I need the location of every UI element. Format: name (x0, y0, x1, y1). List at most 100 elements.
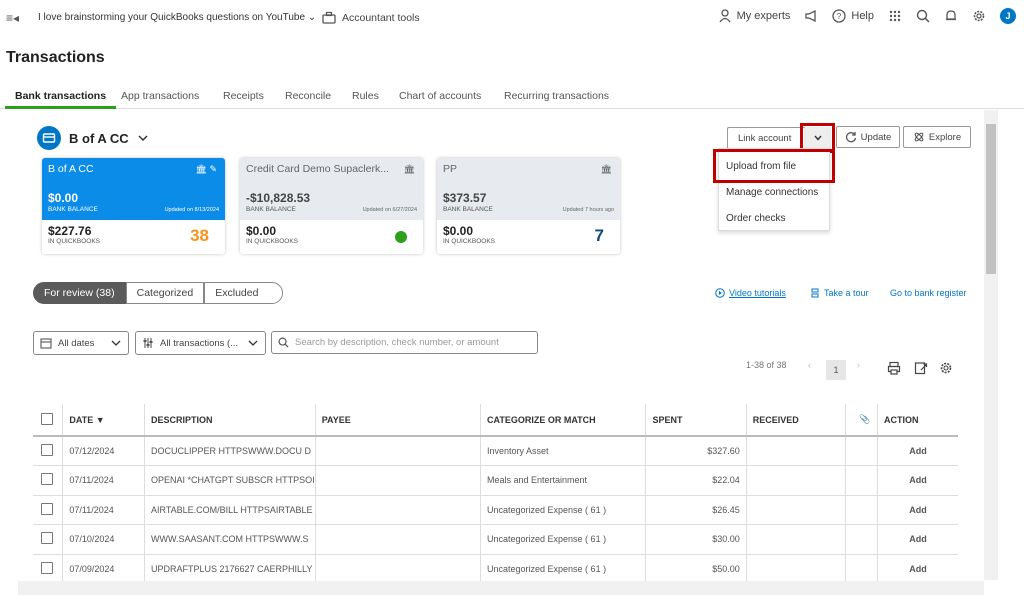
row-category[interactable]: Meals and Entertainment (479, 465, 646, 496)
row-received (745, 524, 846, 555)
row-payee[interactable] (314, 495, 481, 525)
add-button[interactable]: Add (876, 554, 958, 584)
print-icon[interactable] (887, 361, 901, 375)
row-spent: $50.00 (645, 554, 747, 584)
row-attachment (845, 465, 878, 496)
bank-register-link[interactable]: Go to bank register (890, 288, 967, 298)
row-payee[interactable] (314, 554, 481, 584)
take-a-tour-link[interactable]: Take a tour (810, 288, 869, 298)
vertical-scroll-thumb[interactable] (986, 124, 996, 274)
prev-page-icon[interactable]: ‹ (808, 360, 811, 370)
tour-icon (811, 288, 819, 298)
row-category[interactable]: Inventory Asset (479, 436, 646, 466)
row-checkbox[interactable] (41, 561, 53, 574)
account-card-pp[interactable]: PP 🏛 $373.57 BANK BALANCE Updated 7 hour… (437, 158, 620, 254)
page-number[interactable]: 1 (826, 360, 846, 380)
accountant-tools-label: Accountant tools (342, 12, 420, 24)
qb-balance-label: IN QUICKBOOKS (246, 238, 299, 245)
col-spent: SPENT (645, 404, 747, 437)
row-received (745, 436, 846, 466)
row-checkbox[interactable] (41, 473, 53, 486)
transaction-filter-label: All transactions (... (160, 337, 239, 349)
tab-for-review[interactable]: For review (38) (33, 282, 126, 304)
pagination-range: 1-38 of 38 (746, 360, 787, 370)
table-row[interactable]: 07/10/2024 WWW.SAASANT.COM HTTPSWWW.S Un… (33, 524, 958, 555)
row-payee[interactable] (314, 524, 481, 555)
my-experts-button[interactable]: My experts (718, 9, 791, 23)
account-card-credit-demo[interactable]: Credit Card Demo Supaclerk... 🏛 -$10,828… (240, 158, 423, 254)
tab-categorized[interactable]: Categorized (125, 282, 205, 304)
menu-icon[interactable]: ≡◂ (6, 11, 19, 25)
tab-rules[interactable]: Rules (352, 90, 379, 102)
card-name: PP (443, 163, 458, 175)
bell-icon[interactable] (944, 9, 958, 23)
col-action: ACTION (876, 404, 958, 437)
tab-recurring-transactions[interactable]: Recurring transactions (504, 90, 609, 102)
company-selector[interactable]: I love brainstorming your QuickBooks que… (38, 12, 316, 23)
updated-text: Updated 7 hours ago (562, 207, 614, 213)
add-button[interactable]: Add (876, 436, 958, 466)
table-row[interactable]: 07/12/2024 DOCUCLIPPER HTTPSWWW.DOCU D I… (33, 436, 958, 466)
table-row[interactable]: 07/11/2024 AIRTABLE.COM/BILL HTTPSAIRTAB… (33, 495, 958, 525)
help-button[interactable]: ? Help (832, 9, 874, 23)
check-icon (395, 231, 407, 243)
row-received (745, 465, 846, 496)
atom-icon (914, 132, 924, 142)
add-button[interactable]: Add (876, 524, 958, 555)
row-date: 07/11/2024 (62, 465, 145, 496)
gear-icon[interactable] (939, 361, 953, 375)
bank-balance-label: BANK BALANCE (48, 206, 98, 213)
table-row[interactable]: 07/11/2024 OPENAI *CHATGPT SUBSCR HTTPSO… (33, 465, 958, 496)
search-icon[interactable] (916, 9, 930, 23)
paperclip-icon: 📎 (858, 414, 871, 424)
row-checkbox[interactable] (41, 444, 53, 456)
megaphone-icon[interactable] (804, 9, 818, 23)
tab-bank-transactions[interactable]: Bank transactions (4, 90, 117, 109)
row-attachment (845, 524, 878, 555)
accountant-tools-button[interactable]: Accountant tools (322, 11, 420, 25)
account-card-bofa[interactable]: B of A CC 🏛 ✎ $0.00 BANK BALANCE Updated… (42, 158, 225, 254)
row-select-cell (33, 465, 63, 496)
row-spent: $22.04 (645, 465, 747, 496)
row-description: UPDRAFTPLUS 2176627 CAERPHILLY (143, 554, 316, 584)
horizontal-scrollbar[interactable] (18, 581, 984, 595)
row-checkbox[interactable] (41, 502, 53, 515)
search-box[interactable]: Search by description, check number, or … (271, 331, 538, 354)
row-category[interactable]: Uncategorized Expense ( 61 ) (479, 524, 646, 555)
row-checkbox[interactable] (41, 532, 53, 545)
tab-reconcile[interactable]: Reconcile (285, 90, 331, 102)
account-name: B of A CC (69, 130, 129, 146)
account-selector[interactable]: B of A CC (37, 126, 149, 150)
menu-item-manage-connections[interactable]: Manage connections (726, 187, 818, 198)
chevron-down-icon (248, 340, 258, 346)
row-category[interactable]: Uncategorized Expense ( 61 ) (479, 554, 646, 584)
col-date[interactable]: DATE ▼ (62, 404, 145, 437)
tab-excluded[interactable]: Excluded (204, 282, 284, 304)
explore-button[interactable]: Explore (903, 126, 971, 148)
avatar[interactable]: J (1000, 8, 1016, 24)
row-category[interactable]: Uncategorized Expense ( 61 ) (479, 495, 646, 525)
video-tutorials-link[interactable]: Video tutorials (715, 288, 786, 298)
update-button[interactable]: Update (836, 126, 900, 148)
row-payee[interactable] (314, 465, 481, 496)
person-icon (719, 9, 731, 23)
table-row[interactable]: 07/09/2024 UPDRAFTPLUS 2176627 CAERPHILL… (33, 554, 958, 584)
apps-grid-icon[interactable] (888, 9, 902, 23)
play-icon (715, 288, 725, 298)
select-all-checkbox[interactable] (41, 412, 53, 425)
export-icon[interactable] (914, 361, 928, 375)
add-button[interactable]: Add (876, 495, 958, 525)
next-page-icon[interactable]: › (857, 360, 860, 370)
tab-app-transactions[interactable]: App transactions (121, 90, 199, 102)
tab-chart-of-accounts[interactable]: Chart of accounts (399, 90, 481, 102)
tab-receipts[interactable]: Receipts (223, 90, 264, 102)
gear-icon[interactable] (972, 9, 986, 23)
vertical-scrollbar[interactable] (984, 110, 998, 580)
transaction-filter[interactable]: All transactions (... (135, 331, 266, 355)
date-filter[interactable]: All dates (33, 331, 129, 355)
add-button[interactable]: Add (876, 465, 958, 496)
my-experts-label: My experts (736, 10, 791, 22)
row-payee[interactable] (314, 436, 481, 466)
row-select-cell (33, 495, 63, 525)
menu-item-order-checks[interactable]: Order checks (726, 213, 785, 224)
